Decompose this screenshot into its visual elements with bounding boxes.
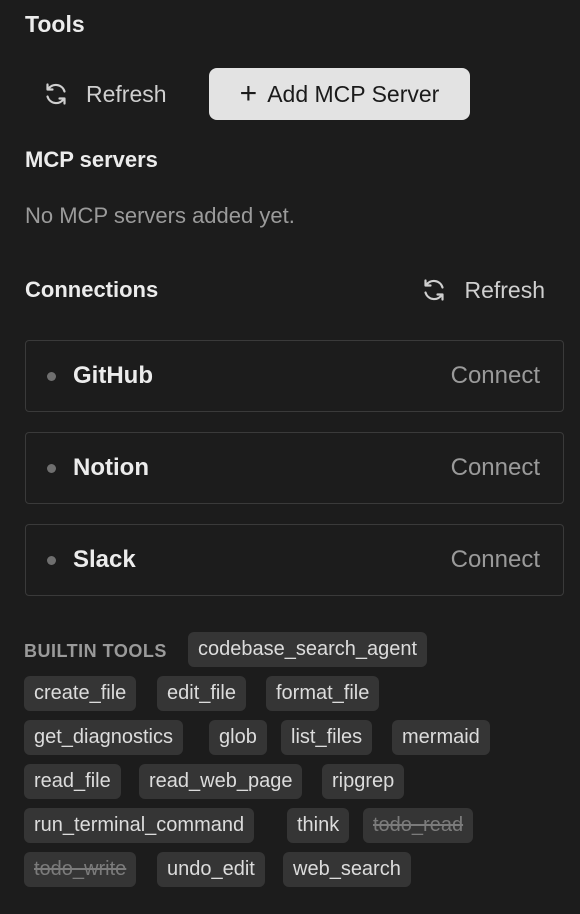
tool-tag: read_file: [24, 764, 121, 799]
connection-card-github: GitHub Connect: [25, 340, 564, 412]
tool-tag-disabled: todo_write: [24, 852, 137, 887]
connections-refresh-label: Refresh: [464, 276, 545, 303]
connection-card-slack: Slack Connect: [25, 524, 564, 596]
builtin-tools-label: BUILTIN TOOLS: [24, 641, 167, 661]
connect-button[interactable]: Connect: [451, 454, 540, 482]
connection-card-notion: Notion Connect: [25, 432, 564, 504]
mcp-empty-text: No MCP servers added yet.: [25, 203, 295, 228]
tool-tag: ripgrep: [322, 764, 405, 799]
connection-name: Notion: [73, 454, 149, 481]
connection-name: GitHub: [73, 362, 153, 389]
tool-tag: glob: [209, 720, 267, 755]
refresh-icon: [42, 80, 70, 108]
tool-tag: format_file: [266, 676, 380, 711]
tool-tag: think: [287, 808, 350, 843]
refresh-icon: [420, 276, 448, 304]
tool-tag: edit_file: [157, 676, 246, 711]
tool-tag-disabled: todo_read: [363, 808, 474, 843]
tools-refresh-button[interactable]: Refresh: [32, 68, 177, 120]
tool-tag: read_web_page: [139, 764, 303, 799]
tool-tag: create_file: [24, 676, 137, 711]
connect-button[interactable]: Connect: [451, 362, 540, 390]
add-mcp-server-button[interactable]: + Add MCP Server: [209, 68, 470, 120]
add-mcp-server-label: Add MCP Server: [267, 80, 440, 107]
connect-button[interactable]: Connect: [451, 546, 540, 574]
tool-tag: undo_edit: [157, 852, 265, 887]
tool-tag: run_terminal_command: [24, 808, 255, 843]
tools-toolbar: Refresh + Add MCP Server: [0, 68, 580, 120]
plus-icon: +: [239, 77, 258, 110]
tool-tag: get_diagnostics: [24, 720, 183, 755]
mcp-servers-title: MCP servers: [25, 147, 158, 172]
status-dot: [47, 556, 56, 565]
tool-tag: list_files: [281, 720, 373, 755]
connections-header: Connections Refresh: [0, 270, 580, 310]
connections-title: Connections: [25, 277, 159, 302]
tools-title: Tools: [25, 11, 85, 37]
connections-refresh-button[interactable]: Refresh: [420, 270, 545, 310]
tool-tag: mermaid: [392, 720, 490, 755]
status-dot: [47, 464, 56, 473]
tools-refresh-label: Refresh: [86, 80, 167, 107]
tool-tag: web_search: [283, 852, 411, 887]
tool-tag: codebase_search_agent: [188, 632, 428, 667]
status-dot: [47, 372, 56, 381]
connection-name: Slack: [73, 546, 136, 573]
